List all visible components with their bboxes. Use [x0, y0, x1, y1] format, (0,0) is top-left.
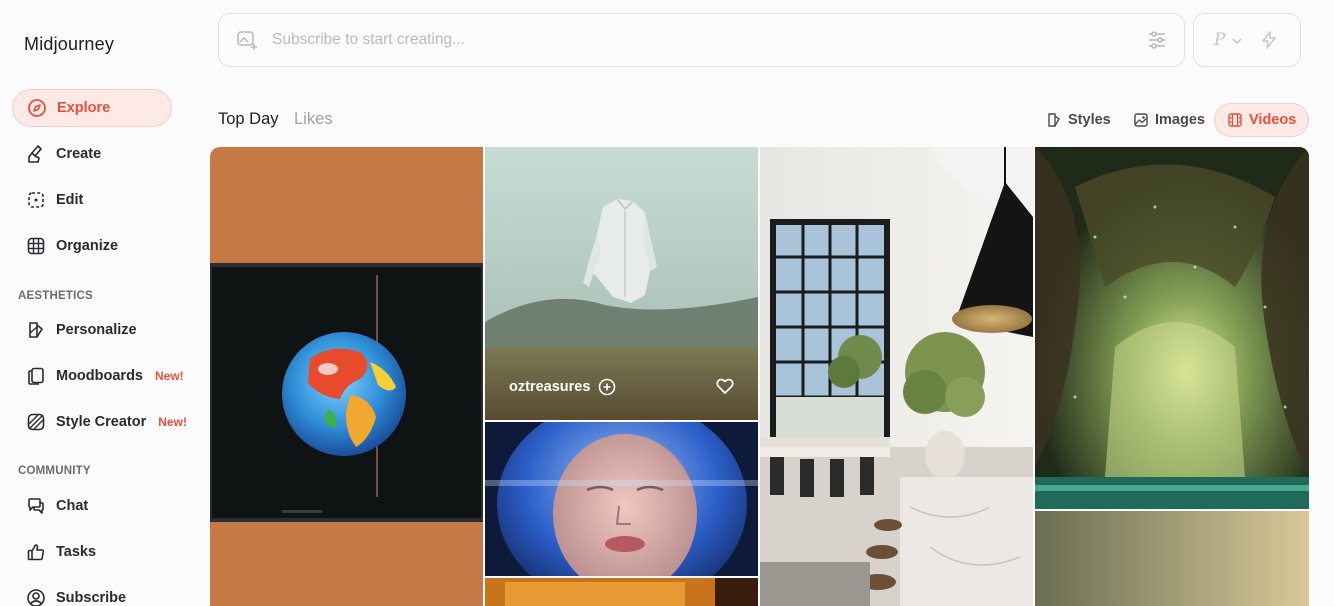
follow-plus-icon[interactable] — [598, 378, 616, 396]
prompt-input[interactable]: Subscribe to start creating... — [272, 31, 1146, 49]
sidebar-item-style-creator[interactable]: Style Creator New! — [12, 403, 190, 441]
mode-selector[interactable]: P — [1193, 13, 1301, 67]
sidebar-item-label: Tasks — [56, 544, 97, 560]
filter-videos-button[interactable]: Videos — [1214, 103, 1310, 137]
creator-name[interactable]: oztreasures — [509, 379, 590, 395]
section-label-aesthetics: AESTHETICS — [18, 290, 93, 302]
sidebar-item-create[interactable]: Create — [12, 135, 190, 173]
filter-label: Images — [1155, 112, 1205, 128]
filter-label: Videos — [1249, 112, 1297, 128]
paintbrush-icon — [26, 144, 46, 164]
personalize-icon — [26, 320, 46, 340]
chat-icon — [26, 496, 46, 516]
sidebar-item-explore[interactable]: Explore — [12, 89, 172, 127]
sidebar-item-subscribe[interactable]: Subscribe — [12, 579, 190, 606]
user-circle-icon — [26, 588, 46, 606]
sidebar: Midjourney Explore Create Edit Organize … — [0, 0, 200, 606]
sidebar-item-label: Organize — [56, 238, 119, 254]
gallery-tile-forest[interactable] — [1035, 147, 1309, 509]
sidebar-item-chat[interactable]: Chat — [12, 487, 190, 525]
film-icon — [1227, 112, 1243, 128]
gallery-grid: oztreasures — [210, 147, 1309, 606]
filter-images-button[interactable]: Images — [1121, 103, 1217, 137]
new-badge: New! — [158, 415, 187, 429]
prompt-bar[interactable]: Subscribe to start creating... — [218, 13, 1185, 67]
sidebar-item-organize[interactable]: Organize — [12, 227, 190, 265]
image-icon — [1133, 112, 1149, 128]
section-label-community: COMMUNITY — [18, 465, 91, 477]
add-image-icon[interactable] — [236, 29, 258, 51]
moodboards-icon — [26, 366, 46, 386]
mode-letter: P — [1214, 30, 1226, 50]
new-badge: New! — [155, 369, 184, 383]
gallery-tile-earth[interactable] — [210, 147, 483, 606]
sidebar-item-label: Explore — [57, 100, 111, 116]
lightning-icon[interactable] — [1259, 30, 1279, 50]
grid-icon — [26, 236, 46, 256]
gallery-tile-face[interactable] — [485, 422, 758, 576]
filter-label: Styles — [1068, 112, 1111, 128]
sidebar-item-label: Personalize — [56, 322, 137, 338]
chevron-down-icon — [1231, 34, 1243, 46]
gallery-tile-interior[interactable] — [760, 147, 1033, 606]
creator-tag[interactable]: oztreasures — [509, 378, 616, 396]
compass-icon — [27, 98, 47, 118]
tab-top-day[interactable]: Top Day — [218, 110, 279, 129]
thumbs-up-icon — [26, 542, 46, 562]
tab-likes[interactable]: Likes — [294, 110, 333, 129]
gallery-tile-partial-right[interactable] — [1035, 511, 1309, 606]
sidebar-item-label: Moodboards — [56, 368, 143, 384]
gallery-tile-partial[interactable] — [485, 578, 758, 606]
settings-sliders-icon[interactable] — [1146, 29, 1168, 51]
sidebar-item-label: Edit — [56, 192, 84, 208]
sidebar-item-personalize[interactable]: Personalize — [12, 311, 190, 349]
sidebar-item-label: Subscribe — [56, 590, 127, 606]
edit-icon — [26, 190, 46, 210]
sidebar-item-tasks[interactable]: Tasks — [12, 533, 190, 571]
sidebar-item-moodboards[interactable]: Moodboards New! — [12, 357, 190, 395]
sidebar-item-label: Chat — [56, 498, 89, 514]
sidebar-item-edit[interactable]: Edit — [12, 181, 190, 219]
gallery-tile-shirt[interactable]: oztreasures — [485, 147, 758, 420]
sidebar-item-label: Create — [56, 146, 102, 162]
filter-styles-button[interactable]: Styles — [1034, 103, 1123, 137]
heart-icon[interactable] — [715, 376, 735, 396]
sidebar-item-label: Style Creator — [56, 414, 147, 430]
styles-icon — [1046, 112, 1062, 128]
style-creator-icon — [26, 412, 46, 432]
brand-logo[interactable]: Midjourney — [24, 34, 114, 55]
